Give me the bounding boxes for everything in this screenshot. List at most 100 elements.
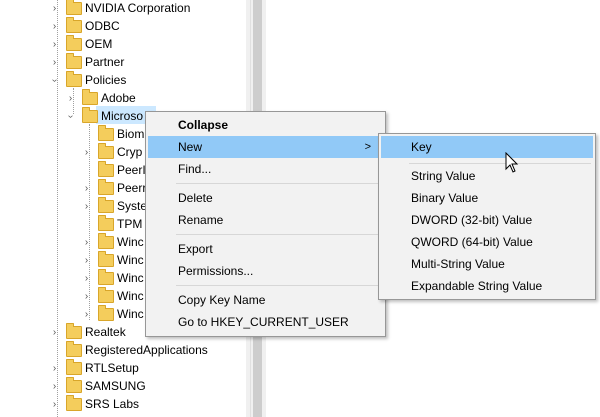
menu-item-rename[interactable]: Rename bbox=[148, 209, 383, 231]
submenu-item-qword-value[interactable]: QWORD (64-bit) Value bbox=[381, 231, 593, 253]
folder-icon bbox=[66, 35, 82, 51]
folder-icon bbox=[66, 359, 82, 375]
submenu-item-string-value[interactable]: String Value bbox=[381, 165, 593, 187]
new-submenu: Key String Value Binary Value DWORD (32-… bbox=[378, 133, 596, 300]
chevron-down-icon[interactable]: › bbox=[65, 112, 76, 121]
tree-node-label: Microso bbox=[101, 109, 144, 123]
tree-node-partner[interactable]: › Partner bbox=[0, 53, 246, 71]
folder-icon bbox=[98, 179, 114, 195]
menu-item-new-label: New bbox=[178, 140, 203, 154]
menu-item-delete[interactable]: Delete bbox=[148, 187, 383, 209]
chevron-right-icon[interactable]: › bbox=[50, 328, 59, 338]
folder-icon bbox=[98, 305, 114, 321]
tree-node-policies[interactable]: › Policies bbox=[0, 71, 246, 89]
tree-node-label: RTLSetup bbox=[85, 361, 139, 375]
tree-node-label: PeerI bbox=[117, 163, 146, 177]
submenu-item-key[interactable]: Key bbox=[381, 136, 593, 158]
tree-node-label: Partner bbox=[85, 55, 125, 69]
submenu-item-expandable-string-value[interactable]: Expandable String Value bbox=[381, 275, 593, 297]
folder-icon bbox=[66, 341, 82, 357]
chevron-right-icon[interactable]: › bbox=[82, 148, 91, 158]
folder-icon bbox=[98, 287, 114, 303]
tree-node-label: Winc bbox=[117, 271, 144, 285]
tree-node-label: Biom bbox=[117, 127, 145, 141]
tree-node-label: ODBC bbox=[85, 19, 120, 33]
submenu-item-multi-string-value[interactable]: Multi-String Value bbox=[381, 253, 593, 275]
tree-node-label: NVIDIA Corporation bbox=[85, 1, 191, 15]
tree-node-label: Syste bbox=[117, 199, 148, 213]
folder-icon bbox=[66, 395, 82, 411]
folder-icon bbox=[66, 71, 82, 87]
folder-icon bbox=[66, 323, 82, 339]
tree-node-label: SRS Labs bbox=[85, 397, 140, 411]
chevron-right-icon[interactable]: › bbox=[82, 238, 91, 248]
chevron-right-icon[interactable]: › bbox=[50, 58, 59, 68]
folder-icon bbox=[98, 161, 114, 177]
chevron-right-icon: > bbox=[364, 141, 371, 153]
submenu-item-dword-value[interactable]: DWORD (32-bit) Value bbox=[381, 209, 593, 231]
tree-node-label: Winc bbox=[117, 307, 144, 321]
tree-node-label: Policies bbox=[85, 73, 127, 87]
menu-item-new[interactable]: New > bbox=[148, 136, 383, 158]
submenu-item-binary-value[interactable]: Binary Value bbox=[381, 187, 593, 209]
chevron-right-icon[interactable]: › bbox=[50, 4, 59, 14]
tree-node-label: Winc bbox=[117, 235, 144, 249]
folder-icon bbox=[98, 215, 114, 231]
tree-node-srs-labs[interactable]: › SRS Labs bbox=[0, 395, 246, 413]
folder-icon bbox=[82, 107, 98, 123]
tree-node-registeredapplications[interactable]: RegisteredApplications bbox=[0, 341, 246, 359]
chevron-right-icon[interactable]: › bbox=[82, 202, 91, 212]
chevron-right-icon[interactable]: › bbox=[82, 310, 91, 320]
tree-node-adobe[interactable]: › Adobe bbox=[0, 89, 246, 107]
tree-node-label: Winc bbox=[117, 289, 144, 303]
tree-node-label: Adobe bbox=[101, 91, 136, 105]
menu-item-collapse[interactable]: Collapse bbox=[148, 114, 383, 136]
menu-item-find[interactable]: Find... bbox=[148, 158, 383, 180]
menu-separator bbox=[176, 285, 381, 286]
tree-node-rtlsetup[interactable]: › RTLSetup bbox=[0, 359, 246, 377]
menu-item-export[interactable]: Export bbox=[148, 238, 383, 260]
mouse-cursor-icon bbox=[505, 152, 519, 173]
chevron-right-icon[interactable]: › bbox=[50, 364, 59, 374]
chevron-right-icon[interactable]: › bbox=[50, 22, 59, 32]
chevron-down-icon[interactable]: › bbox=[49, 76, 60, 85]
folder-icon bbox=[98, 197, 114, 213]
tree-node-odbc[interactable]: › ODBC bbox=[0, 17, 246, 35]
menu-item-goto-hkcu[interactable]: Go to HKEY_CURRENT_USER bbox=[148, 311, 383, 333]
tree-node-label: Winc bbox=[117, 253, 144, 267]
folder-icon bbox=[98, 143, 114, 159]
tree-node-nvidia[interactable]: › NVIDIA Corporation bbox=[0, 0, 246, 17]
tree-node-label: Peerr bbox=[117, 181, 147, 195]
menu-separator bbox=[409, 163, 591, 164]
tree-node-oem[interactable]: › OEM bbox=[0, 35, 246, 53]
tree-node-label: SAMSUNG bbox=[85, 379, 146, 393]
tree-node-samsung[interactable]: › SAMSUNG bbox=[0, 377, 246, 395]
tree-node-label: Cryp bbox=[117, 145, 143, 159]
folder-icon bbox=[66, 0, 82, 15]
folder-icon bbox=[66, 377, 82, 393]
chevron-right-icon[interactable]: › bbox=[66, 94, 75, 104]
chevron-right-icon[interactable]: › bbox=[82, 256, 91, 266]
folder-icon bbox=[98, 125, 114, 141]
menu-item-permissions[interactable]: Permissions... bbox=[148, 260, 383, 282]
context-menu: Collapse New > Find... Delete Rename Exp… bbox=[145, 111, 386, 337]
tree-node-label: OEM bbox=[85, 37, 113, 51]
folder-icon bbox=[98, 233, 114, 249]
folder-icon bbox=[98, 269, 114, 285]
chevron-right-icon[interactable]: › bbox=[82, 274, 91, 284]
menu-separator bbox=[176, 183, 381, 184]
chevron-right-icon[interactable]: › bbox=[50, 400, 59, 410]
tree-node-label: Realtek bbox=[85, 325, 126, 339]
folder-icon bbox=[98, 251, 114, 267]
tree-node-label: TPM bbox=[117, 217, 143, 231]
chevron-right-icon[interactable]: › bbox=[50, 382, 59, 392]
menu-separator bbox=[176, 234, 381, 235]
chevron-right-icon[interactable]: › bbox=[82, 184, 91, 194]
folder-icon bbox=[66, 17, 82, 33]
folder-icon bbox=[82, 89, 98, 105]
tree-node-label: RegisteredApplications bbox=[85, 343, 208, 357]
menu-item-copy-key-name[interactable]: Copy Key Name bbox=[148, 289, 383, 311]
chevron-right-icon[interactable]: › bbox=[82, 292, 91, 302]
folder-icon bbox=[66, 53, 82, 69]
chevron-right-icon[interactable]: › bbox=[50, 40, 59, 50]
